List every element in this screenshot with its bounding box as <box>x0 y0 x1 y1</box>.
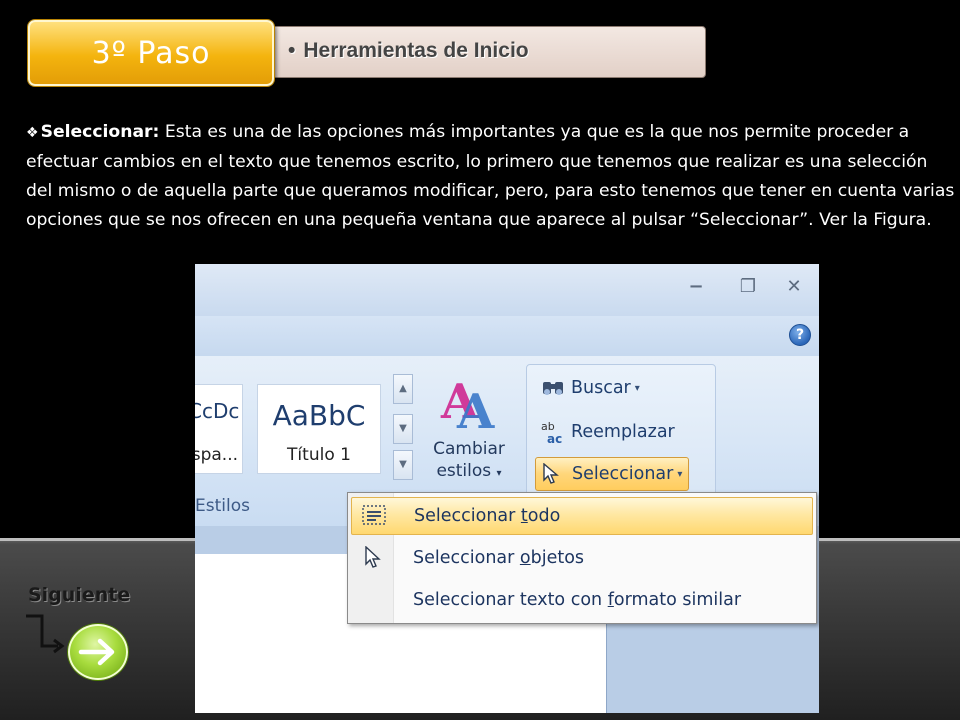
chevron-down-icon: ▾ <box>677 468 683 480</box>
select-label: Seleccionar <box>572 464 674 484</box>
window-titlebar: − ❐ ✕ <box>195 264 819 316</box>
select-all-icon <box>352 505 396 527</box>
style-name: spa... <box>195 445 238 465</box>
change-styles-icon: A A <box>440 374 495 436</box>
menu-item-label: Seleccionar texto con formato similar <box>413 590 742 610</box>
pointer-icon <box>542 463 572 485</box>
style-sample: AaBbC <box>272 399 366 432</box>
pointer-icon <box>351 546 395 570</box>
styles-group-label: Estilos <box>195 496 250 516</box>
body-paragraph: ❖ Seleccionar: Esta es una de las opcione… <box>26 118 958 235</box>
step-title-bullet: • <box>288 39 296 62</box>
bent-arrow-icon <box>26 614 65 654</box>
svg-text:ac: ac <box>547 432 562 445</box>
style-name: Título 1 <box>287 445 351 465</box>
select-button[interactable]: Seleccionar ▾ <box>535 457 690 491</box>
style-card-normal[interactable]: CcDc spa... <box>195 384 243 474</box>
gallery-scroll-up-icon[interactable]: ▲ <box>393 374 413 404</box>
body-text: Esta es una de las opciones más importan… <box>26 122 955 230</box>
menu-item-label: Seleccionar objetos <box>413 548 585 568</box>
binoculars-icon <box>541 378 571 398</box>
find-button[interactable]: Buscar ▾ <box>535 371 646 405</box>
step-badge-label: 3º Paso <box>91 35 211 71</box>
menu-item-label: Seleccionar todo <box>414 506 561 526</box>
find-label: Buscar <box>571 378 631 398</box>
body-term: Seleccionar: <box>40 122 160 142</box>
change-styles-line1: Cambiar <box>433 439 505 459</box>
next-button[interactable] <box>68 624 128 680</box>
menu-item-select-all[interactable]: Seleccionar todo <box>351 497 813 535</box>
step-title: • Herramientas de Inicio <box>288 36 529 66</box>
step-title-text: Herramientas de Inicio <box>303 39 529 62</box>
menu-item-select-similar-format[interactable]: Seleccionar texto con formato similar <box>351 581 813 619</box>
word-ribbon-screenshot: − ❐ ✕ ? CcDc spa... AaBbC Título 1 ▲ ▼ ▼… <box>195 264 819 713</box>
minimize-icon[interactable]: − <box>683 276 709 298</box>
restore-icon[interactable]: ❐ <box>735 276 761 298</box>
menu-item-select-objects[interactable]: Seleccionar objetos <box>351 539 813 577</box>
chevron-down-icon: ▾ <box>496 468 502 479</box>
style-card-heading1[interactable]: AaBbC Título 1 <box>257 384 381 474</box>
select-dropdown-menu: Seleccionar todo Seleccionar objetos Sel… <box>347 492 817 624</box>
change-styles-line2: estilos <box>436 461 492 481</box>
replace-button[interactable]: ab ac Reemplazar <box>535 415 681 449</box>
next-label: Siguiente <box>28 584 131 606</box>
style-sample: CcDc <box>195 399 240 423</box>
step-badge: 3º Paso <box>28 20 274 86</box>
change-styles-label: Cambiar estilos ▾ <box>427 438 511 485</box>
chevron-down-icon: ▾ <box>634 382 640 394</box>
svg-text:A: A <box>456 384 495 436</box>
change-styles-button[interactable]: A A Cambiar estilos ▾ <box>427 372 511 492</box>
replace-icon: ab ac <box>541 419 571 445</box>
close-icon[interactable]: ✕ <box>781 276 807 298</box>
gallery-scroll-down-icon[interactable]: ▼ <box>393 414 413 444</box>
replace-label: Reemplazar <box>571 422 675 442</box>
diamond-bullet-icon: ❖ <box>26 125 39 141</box>
help-icon[interactable]: ? <box>789 324 811 346</box>
arrow-right-icon <box>78 638 115 666</box>
gallery-more-icon[interactable]: ▼ <box>393 450 413 480</box>
